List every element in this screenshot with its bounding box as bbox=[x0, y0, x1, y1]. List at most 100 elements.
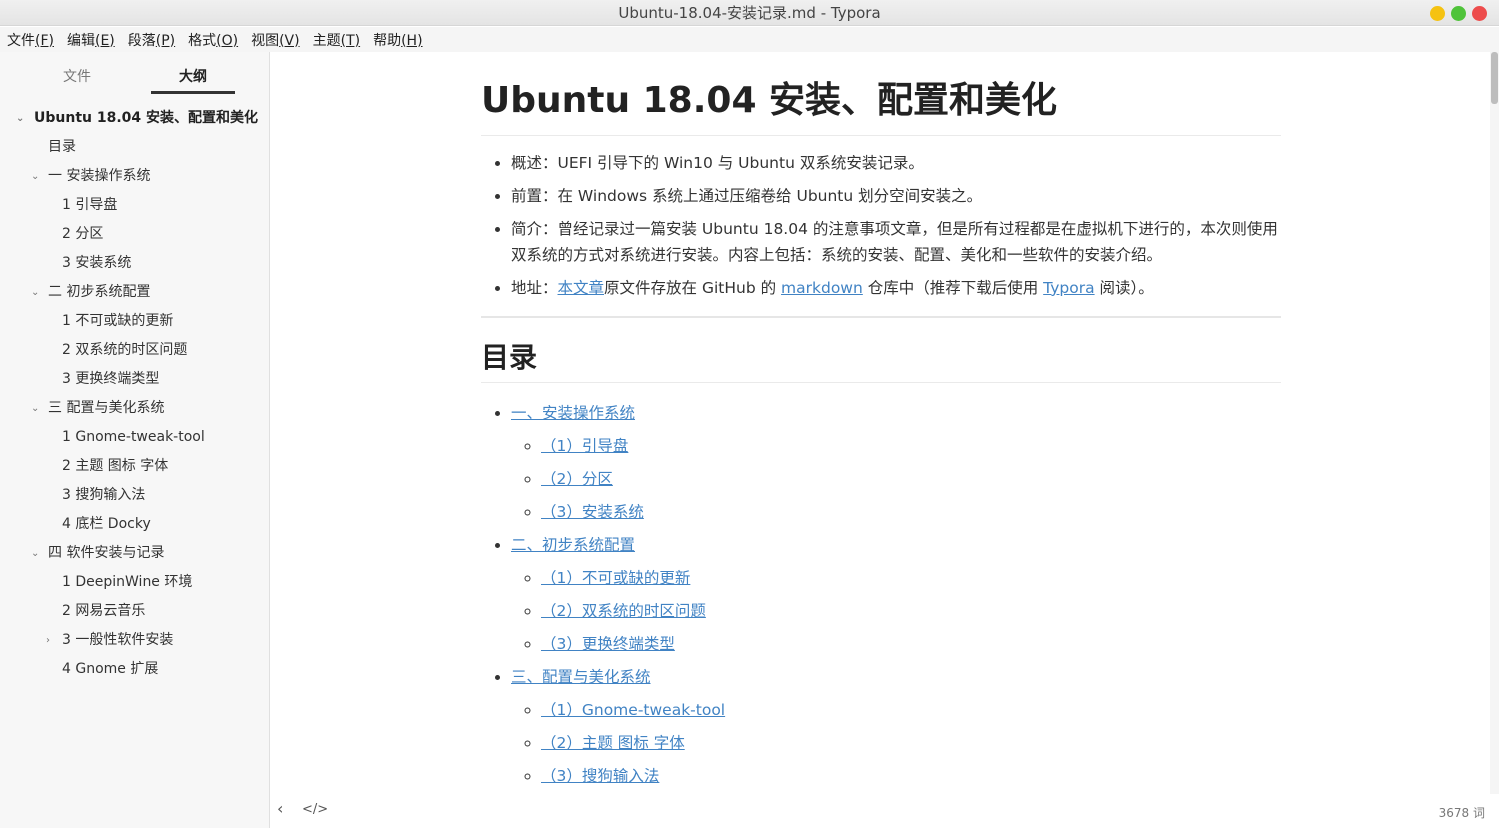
outline-item[interactable]: 3 搜狗输入法 bbox=[0, 481, 270, 510]
outline-item-label: 3 一般性软件安装 bbox=[62, 632, 174, 648]
outline-item[interactable]: › 3 一般性软件安装 bbox=[0, 626, 270, 655]
article-link[interactable]: 本文章 bbox=[558, 279, 605, 297]
outline-item[interactable]: ⌄ 一 安装操作系统 bbox=[0, 162, 270, 191]
toc-subitem: （2）分区 bbox=[541, 466, 1281, 492]
sidebar-tabs: 文件 大纲 bbox=[0, 52, 269, 96]
toc-link[interactable]: 一、安装操作系统 bbox=[511, 404, 635, 422]
tab-files[interactable]: 文件 bbox=[63, 66, 91, 86]
toc-subitem: （2）主题 图标 字体 bbox=[541, 730, 1281, 756]
toc-item: 三、配置与美化系统 （1）Gnome-tweak-tool （2）主题 图标 字体 （… bbox=[511, 664, 1281, 789]
toc-sublink[interactable]: （3）搜狗输入法 bbox=[541, 767, 659, 785]
minimize-button[interactable] bbox=[1430, 6, 1445, 21]
toc-sublink[interactable]: （2）主题 图标 字体 bbox=[541, 734, 685, 752]
toc-sublink[interactable]: （2）分区 bbox=[541, 470, 613, 488]
menu-format[interactable]: 格式(O) bbox=[188, 30, 238, 50]
outline-tree: ⌄ Ubuntu 18.04 安装、配置和美化 目录 ⌄ 一 安装操作系统 1 引导盘 2 … bbox=[0, 104, 270, 684]
toc-heading: 目录 bbox=[481, 336, 1281, 383]
toc-subitem: （2）双系统的时区问题 bbox=[541, 598, 1281, 624]
toc-subitem: （3）搜狗输入法 bbox=[541, 763, 1281, 789]
markdown-repo-link[interactable]: markdown bbox=[781, 279, 863, 297]
toc-link[interactable]: 三、配置与美化系统 bbox=[511, 668, 651, 686]
editor-scrollbar[interactable] bbox=[1490, 52, 1499, 828]
outline-item-label: Ubuntu 18.04 安装、配置和美化 bbox=[34, 110, 259, 126]
status-footer: ‹ </> 3678 词 bbox=[270, 794, 1499, 828]
outline-item-label: 4 底栏 Docky bbox=[62, 516, 151, 532]
document-content: Ubuntu 18.04 安装、配置和美化 概述：UEFI 引导下的 Win10… bbox=[481, 78, 1281, 796]
outline-item-label: 2 双系统的时区问题 bbox=[62, 342, 188, 358]
chevron-right-icon[interactable]: › bbox=[46, 626, 50, 655]
outline-item-label: 4 Gnome 扩展 bbox=[62, 661, 159, 677]
toc-sublink[interactable]: （3）更换终端类型 bbox=[541, 635, 675, 653]
typora-link[interactable]: Typora bbox=[1043, 279, 1094, 297]
outline-item[interactable]: 1 引导盘 bbox=[0, 191, 270, 220]
outline-item[interactable]: 3 更换终端类型 bbox=[0, 365, 270, 394]
toggle-sidebar-icon[interactable]: ‹ bbox=[277, 799, 283, 818]
chevron-down-icon[interactable]: ⌄ bbox=[31, 539, 39, 568]
menu-help[interactable]: 帮助(H) bbox=[373, 30, 422, 50]
toc-sublink[interactable]: （1）Gnome-tweak-tool bbox=[541, 701, 725, 719]
outline-item-label: 四 软件安装与记录 bbox=[48, 545, 165, 561]
outline-item[interactable]: ⌄ 四 软件安装与记录 bbox=[0, 539, 270, 568]
window-titlebar: Ubuntu-18.04-安装记录.md - Typora bbox=[0, 0, 1499, 26]
chevron-down-icon[interactable]: ⌄ bbox=[31, 162, 39, 191]
toc-sublist: （1）引导盘 （2）分区 （3）安装系统 bbox=[511, 433, 1281, 525]
intro-list: 概述：UEFI 引导下的 Win10 与 Ubuntu 双系统安装记录。 前置：… bbox=[481, 150, 1281, 301]
outline-item[interactable]: 3 安装系统 bbox=[0, 249, 270, 278]
toc-sublink[interactable]: （2）双系统的时区问题 bbox=[541, 602, 706, 620]
toc-subitem: （1）引导盘 bbox=[541, 433, 1281, 459]
menu-paragraph[interactable]: 段落(P) bbox=[128, 30, 175, 50]
sidebar: 文件 大纲 ⌄ Ubuntu 18.04 安装、配置和美化 目录 ⌄ 一 安装操作系统 1… bbox=[0, 52, 270, 828]
outline-item-label: 1 DeepinWine 环境 bbox=[62, 574, 193, 590]
outline-item[interactable]: 2 双系统的时区问题 bbox=[0, 336, 270, 365]
outline-item-label: 1 不可或缺的更新 bbox=[62, 313, 174, 329]
maximize-button[interactable] bbox=[1451, 6, 1466, 21]
outline-item-label: 二 初步系统配置 bbox=[48, 284, 151, 300]
outline-item[interactable]: 1 DeepinWine 环境 bbox=[0, 568, 270, 597]
word-count[interactable]: 3678 词 bbox=[1439, 804, 1485, 821]
outline-item[interactable]: 4 Gnome 扩展 bbox=[0, 655, 270, 684]
source-code-mode-icon[interactable]: </> bbox=[302, 802, 328, 817]
toc-subitem: （3）安装系统 bbox=[541, 499, 1281, 525]
outline-item[interactable]: 2 网易云音乐 bbox=[0, 597, 270, 626]
menu-bar: 文件(F) 编辑(E) 段落(P) 格式(O) 视图(V) 主题(T) 帮助(H… bbox=[0, 27, 1499, 52]
outline-item-label: 1 引导盘 bbox=[62, 197, 118, 213]
outline-item[interactable]: 2 分区 bbox=[0, 220, 270, 249]
outline-item-label: 3 搜狗输入法 bbox=[62, 487, 146, 503]
outline-item[interactable]: 目录 bbox=[0, 133, 270, 162]
outline-item[interactable]: 1 Gnome-tweak-tool bbox=[0, 423, 270, 452]
menu-view[interactable]: 视图(V) bbox=[251, 30, 300, 50]
outline-item[interactable]: ⌄ 三 配置与美化系统 bbox=[0, 394, 270, 423]
scrollbar-thumb[interactable] bbox=[1491, 52, 1498, 104]
toc-item: 一、安装操作系统 （1）引导盘 （2）分区 （3）安装系统 bbox=[511, 400, 1281, 525]
outline-item-label: 1 Gnome-tweak-tool bbox=[62, 429, 205, 445]
outline-item-label: 3 安装系统 bbox=[62, 255, 132, 271]
chevron-down-icon[interactable]: ⌄ bbox=[31, 394, 39, 423]
close-button[interactable] bbox=[1472, 6, 1487, 21]
editor-pane[interactable]: Ubuntu 18.04 安装、配置和美化 概述：UEFI 引导下的 Win10… bbox=[270, 52, 1499, 828]
toc-subitem: （1）Gnome-tweak-tool bbox=[541, 697, 1281, 723]
outline-item[interactable]: 2 主题 图标 字体 bbox=[0, 452, 270, 481]
toc-item: 二、初步系统配置 （1）不可或缺的更新 （2）双系统的时区问题 （3）更换终端类型 bbox=[511, 532, 1281, 657]
intro-overview: 概述：UEFI 引导下的 Win10 与 Ubuntu 双系统安装记录。 bbox=[511, 150, 1281, 176]
toc-sublink[interactable]: （1）引导盘 bbox=[541, 437, 628, 455]
outline-item[interactable]: 4 底栏 Docky bbox=[0, 510, 270, 539]
toc-sublink[interactable]: （3）安装系统 bbox=[541, 503, 644, 521]
active-tab-indicator bbox=[151, 91, 235, 94]
toc-sublist: （1）不可或缺的更新 （2）双系统的时区问题 （3）更换终端类型 bbox=[511, 565, 1281, 657]
outline-item[interactable]: ⌄ 二 初步系统配置 bbox=[0, 278, 270, 307]
outline-item-label: 3 更换终端类型 bbox=[62, 371, 160, 387]
toc-link[interactable]: 二、初步系统配置 bbox=[511, 536, 635, 554]
menu-edit[interactable]: 编辑(E) bbox=[67, 30, 115, 50]
tab-outline[interactable]: 大纲 bbox=[179, 66, 207, 86]
outline-item[interactable]: ⌄ Ubuntu 18.04 安装、配置和美化 bbox=[0, 104, 270, 133]
chevron-down-icon[interactable]: ⌄ bbox=[31, 278, 39, 307]
outline-item[interactable]: 1 不可或缺的更新 bbox=[0, 307, 270, 336]
outline-item-label: 一 安装操作系统 bbox=[48, 168, 151, 184]
toc-sublink[interactable]: （1）不可或缺的更新 bbox=[541, 569, 690, 587]
document-title: Ubuntu 18.04 安装、配置和美化 bbox=[481, 78, 1281, 136]
chevron-down-icon[interactable]: ⌄ bbox=[16, 104, 24, 133]
horizontal-rule bbox=[481, 315, 1281, 318]
menu-file[interactable]: 文件(F) bbox=[7, 30, 54, 50]
menu-theme[interactable]: 主题(T) bbox=[313, 30, 360, 50]
toc-subitem: （1）不可或缺的更新 bbox=[541, 565, 1281, 591]
